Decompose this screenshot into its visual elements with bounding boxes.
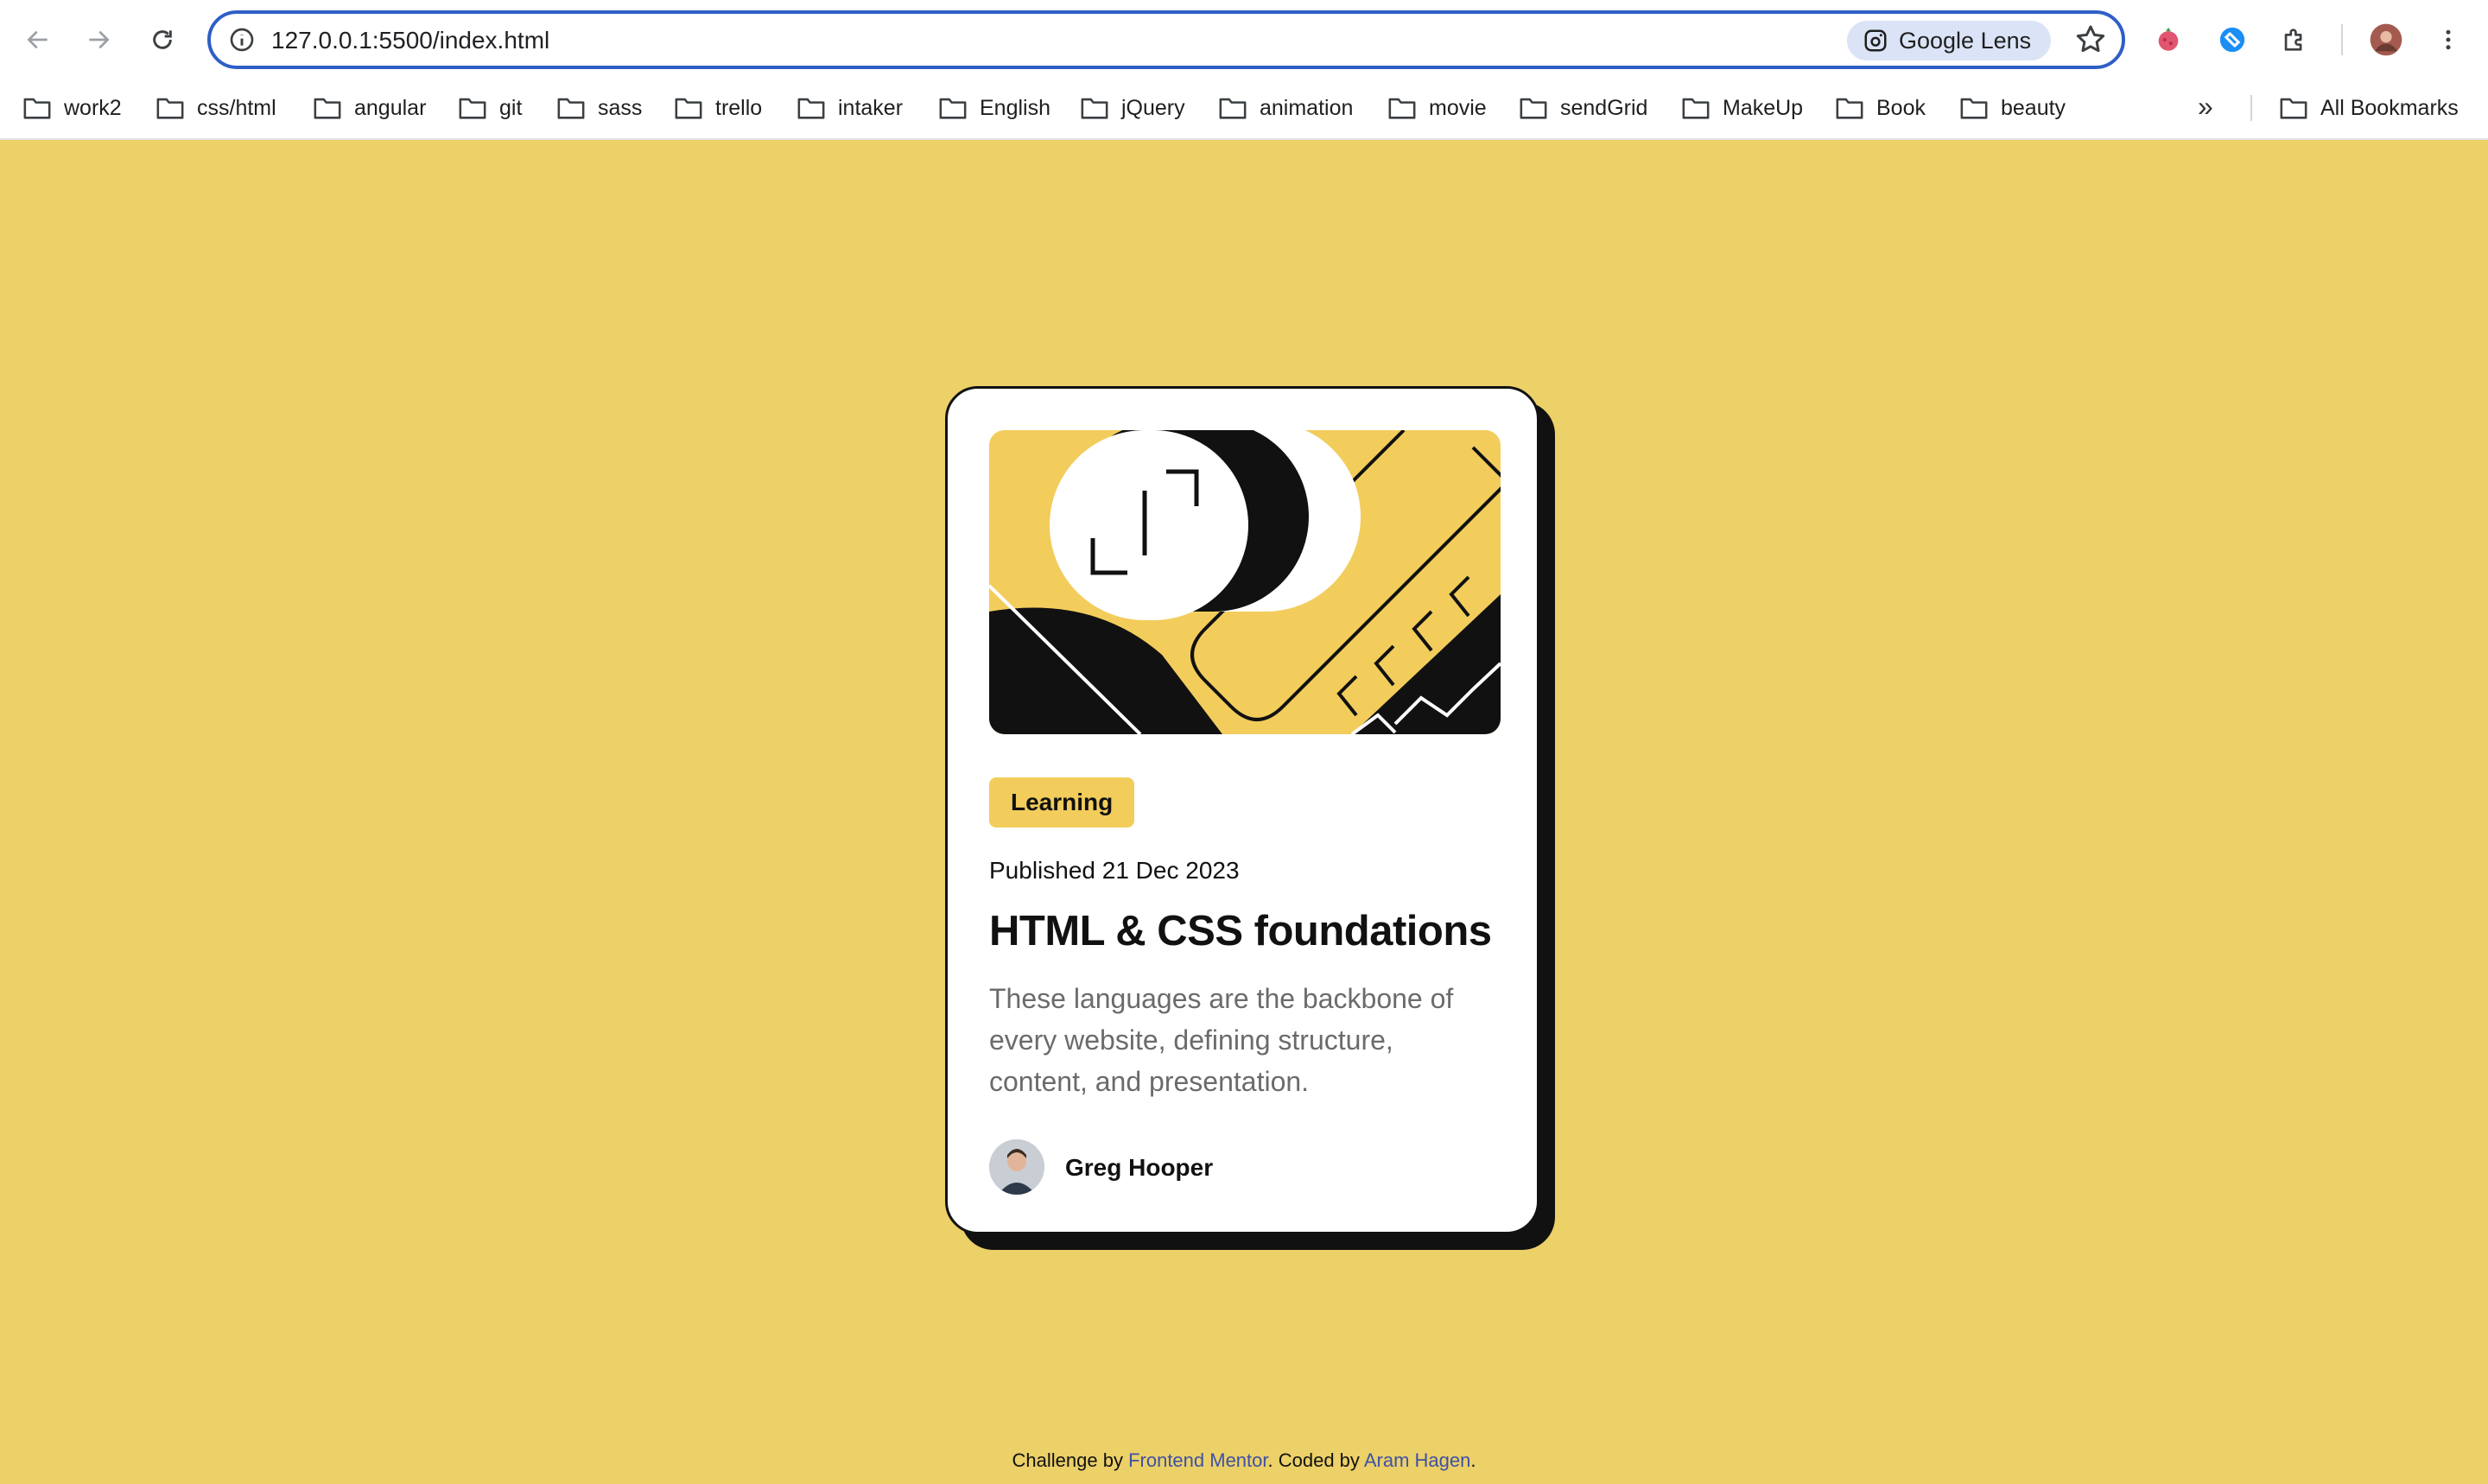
bookmark-label: sendGrid [1560,95,1648,120]
bookmark-label: work2 [64,95,122,120]
bookmark-label: sass [598,95,643,120]
extension-raspberry[interactable] [2149,21,2187,59]
bookmark-folder[interactable]: sass [556,86,642,130]
bookmark-folder[interactable]: sendGrid [1519,86,1647,130]
blog-preview-card: Learning Published 21 Dec 2023 HTML & CS… [945,386,1539,1234]
bookmark-label: css/html [197,95,276,120]
folder-icon [459,98,486,119]
author-link[interactable]: Aram Hagen [1364,1449,1471,1471]
toolbar-divider [2341,24,2343,55]
bookmark-folder[interactable]: MakeUp [1681,86,1803,130]
profile-avatar[interactable] [2367,21,2405,59]
folder-icon [1836,98,1863,119]
folder-icon [156,98,184,119]
card-illustration [989,430,1501,734]
chrome-menu-button[interactable] [2429,21,2467,59]
forward-button[interactable] [78,19,119,60]
bookmark-label: jQuery [1121,95,1185,120]
bookmark-folder[interactable]: movie [1387,86,1487,130]
reload-button[interactable] [142,19,183,60]
bookmark-folder[interactable]: animation [1218,86,1353,130]
folder-icon [1520,98,1547,119]
url-text[interactable]: 127.0.0.1:5500/index.html [271,26,549,55]
bookmark-label: angular [354,95,427,120]
bookmarks-bar: work2 css/html angular git sass trello i… [0,86,2488,130]
bookmark-label: animation [1260,95,1354,120]
site-info-icon[interactable] [228,26,256,54]
bookmark-label: git [499,95,523,120]
lens-icon [1864,29,1887,52]
bookmark-folder[interactable]: jQuery [1080,86,1185,130]
bookmark-folder[interactable]: work2 [22,86,122,130]
author-avatar-icon [989,1139,1044,1195]
browser-chrome: 127.0.0.1:5500/index.html Google Lens wo… [0,0,2488,140]
author-avatar [989,1139,1044,1195]
folder-icon [1960,98,1988,119]
address-bar[interactable]: 127.0.0.1:5500/index.html Google Lens [207,10,2125,69]
bookmark-label: intaker [838,95,904,120]
raspberry-extension-icon [2158,27,2179,51]
card-description: These languages are the backbone of ever… [989,983,1454,1097]
bookmark-label: MakeUp [1723,95,1804,120]
bookmark-folder[interactable]: English [938,86,1050,130]
bookmark-folder[interactable]: intaker [797,86,903,130]
folder-icon [1388,98,1416,119]
folder-icon [1081,98,1108,119]
all-bookmarks-button[interactable]: All Bookmarks [2279,86,2459,130]
author-name: Greg Hooper [1065,1154,1214,1181]
category-tag: Learning [989,777,1135,828]
frontend-mentor-link[interactable]: Frontend Mentor [1128,1449,1267,1471]
google-lens-button[interactable]: Google Lens [1847,21,2051,60]
kebab-menu-icon [2446,29,2451,50]
bookmark-folder[interactable]: css/html [156,86,276,130]
profile-avatar-icon [2370,23,2402,56]
bookmark-label: English [980,95,1050,120]
card-title[interactable]: HTML & CSS foundations [989,907,1492,955]
footer-middle: . Coded by [1267,1449,1364,1471]
folder-icon [675,98,702,119]
bookmark-folder[interactable]: Book [1835,86,1926,130]
footer-suffix: . [1470,1449,1476,1471]
forward-arrow-icon [89,30,110,49]
reload-icon [153,30,172,49]
bookmarks-divider [2250,95,2252,121]
back-arrow-icon [27,30,48,49]
folder-icon [23,98,51,119]
footer-prefix: Challenge by [1012,1449,1129,1471]
bookmark-star-icon[interactable] [2073,22,2108,57]
bookmark-folder[interactable]: trello [674,86,762,130]
folder-icon [2280,98,2307,119]
folder-icon [1682,98,1710,119]
extension-shazam[interactable] [2213,21,2251,59]
folder-icon [314,98,341,119]
shazam-extension-icon [2219,27,2245,53]
bookmark-folder[interactable]: angular [313,86,426,130]
folder-icon [1219,98,1247,119]
bookmark-label: movie [1429,95,1487,120]
published-date: Published 21 Dec 2023 [989,857,1240,884]
folder-icon [797,98,825,119]
bookmark-folder[interactable]: git [458,86,522,130]
bookmarks-overflow-button[interactable]: » [2198,92,2227,123]
lens-label: Google Lens [1899,27,2032,54]
illustration-graphic [989,430,1501,734]
folder-icon [939,98,967,119]
bookmark-label: trello [715,95,763,120]
bookmark-label: beauty [2001,95,2066,120]
bookmark-folder[interactable]: beauty [1959,86,2066,130]
attribution-footer: Challenge by Frontend Mentor. Coded by A… [0,1449,2488,1472]
back-button[interactable] [17,19,59,60]
folder-icon [557,98,585,119]
all-bookmarks-label: All Bookmarks [2320,95,2459,120]
puzzle-icon [2284,29,2302,51]
bookmark-label: Book [1876,95,1926,120]
extensions-button[interactable] [2275,21,2313,59]
